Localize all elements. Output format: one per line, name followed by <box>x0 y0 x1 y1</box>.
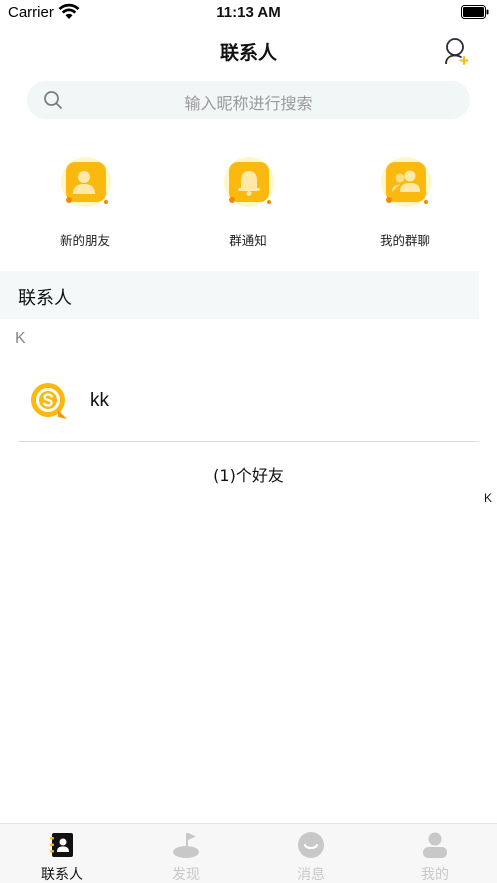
page-title: 联系人 <box>219 42 277 64</box>
my-groups-button[interactable]: 我的群聊 <box>345 150 465 250</box>
list-item[interactable]: kk <box>18 372 479 442</box>
status-bar: Carrier 11:13 AM <box>0 0 497 28</box>
message-icon <box>298 832 324 858</box>
status-time: 11:13 AM <box>216 4 281 21</box>
battery-icon <box>461 5 489 19</box>
new-friend-icon <box>61 157 111 207</box>
tab-profile-label: 我的 <box>421 867 449 883</box>
group-notice-button[interactable]: 群通知 <box>188 150 308 250</box>
search-input[interactable]: 输入昵称进行搜索 <box>27 81 470 119</box>
tab-messages[interactable]: 消息 <box>249 824 373 883</box>
profile-icon <box>423 832 447 858</box>
contact-name: kk <box>90 390 109 411</box>
discover-icon <box>173 833 199 858</box>
group-letter: K <box>15 330 26 347</box>
contacts-section-header: 联系人 <box>0 271 479 319</box>
friend-count: (1)个好友 <box>213 466 284 485</box>
quick-actions: 新的朋友 群通知 我的群聊 <box>0 150 497 250</box>
contacts-icon <box>50 833 73 857</box>
group-notice-label: 群通知 <box>229 233 267 248</box>
tab-messages-label: 消息 <box>297 867 325 883</box>
tab-bar: 联系人 发现 消息 我的 <box>0 823 497 883</box>
tab-discover-label: 发现 <box>172 867 200 883</box>
tab-contacts[interactable]: 联系人 <box>0 824 124 883</box>
tab-profile[interactable]: 我的 <box>373 824 497 883</box>
new-friends-button[interactable]: 新的朋友 <box>25 150 145 250</box>
tab-contacts-label: 联系人 <box>41 867 83 883</box>
nav-bar: 联系人 <box>0 28 497 74</box>
new-friends-label: 新的朋友 <box>59 233 110 248</box>
bell-icon <box>224 157 274 207</box>
index-bar-letter-k[interactable]: K <box>484 491 492 505</box>
group-chat-icon <box>381 157 431 207</box>
add-user-icon[interactable] <box>443 37 471 65</box>
tab-discover[interactable]: 发现 <box>124 824 248 883</box>
my-groups-label: 我的群聊 <box>379 233 430 248</box>
avatar <box>31 383 67 419</box>
section-title: 联系人 <box>18 288 72 309</box>
search-placeholder: 输入昵称进行搜索 <box>184 94 313 113</box>
